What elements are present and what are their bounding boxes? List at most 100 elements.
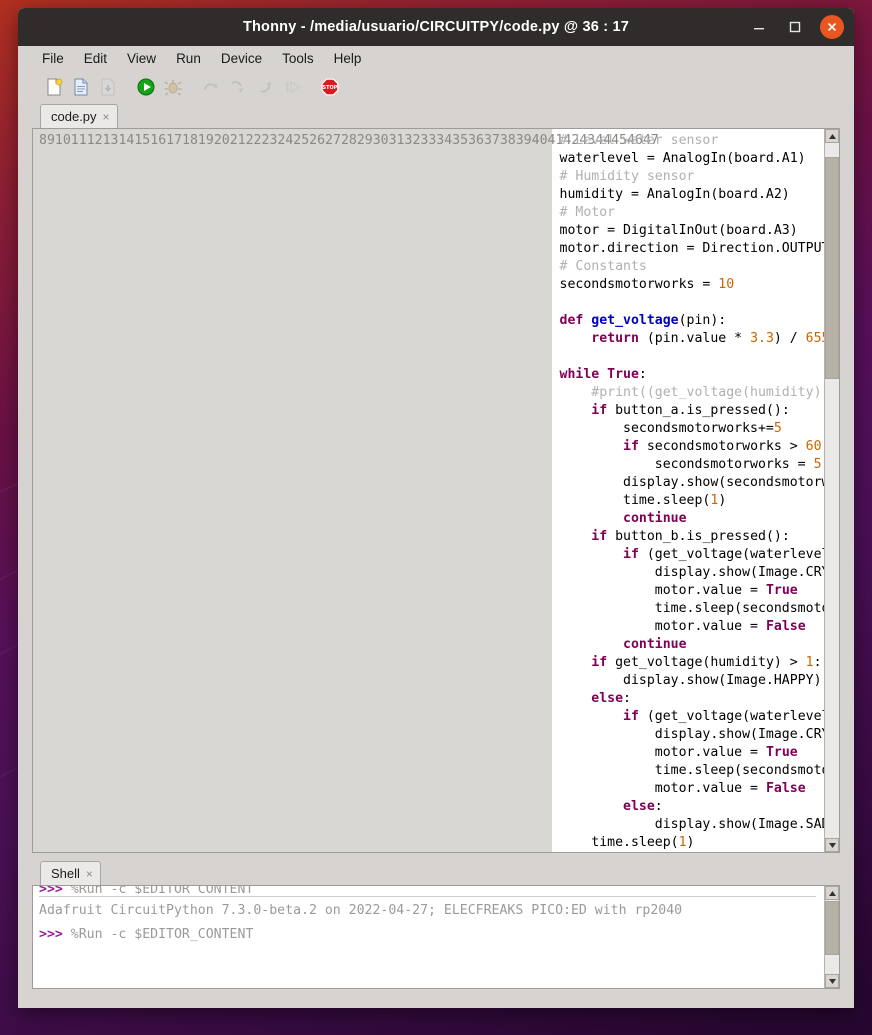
debug-icon[interactable] — [161, 75, 185, 99]
shell-panel: Shell × >>> %Run -c $EDITOR_CONTENT Adafr… — [32, 861, 840, 989]
line-number: 29 — [356, 133, 373, 148]
shell-line: >>> %Run -c $EDITOR_CONTENT — [39, 885, 824, 894]
code-text[interactable]: # Level water sensor waterlevel = AnalogI… — [552, 129, 825, 852]
step-out-icon[interactable] — [253, 75, 277, 99]
line-number: 37 — [483, 133, 500, 148]
main-area: code.py × 891011121314151617181920212223… — [18, 104, 854, 990]
tab-shell[interactable]: Shell × — [40, 861, 101, 885]
run-icon[interactable] — [134, 75, 158, 99]
title-bar: Thonny - /media/usuario/CIRCUITPY/code.p… — [18, 8, 854, 46]
code-line: display.show(secondsmotorworks) — [623, 475, 824, 490]
code-line: while True: — [559, 367, 647, 382]
step-into-icon[interactable] — [226, 75, 250, 99]
line-number: 13 — [102, 133, 119, 148]
code-line: motor.value = True — [559, 745, 798, 760]
code-line: motor.value = False — [559, 781, 806, 796]
code-line: display.show(Image.HAPPY) — [559, 673, 822, 688]
line-number: 18 — [182, 133, 198, 148]
menu-item-device[interactable]: Device — [219, 50, 264, 67]
line-number: 22 — [245, 133, 262, 148]
code-line: secondsmotorworks+=5 — [559, 421, 782, 436]
shell-line: >>> %Run -c $EDITOR_CONTENT — [39, 923, 824, 947]
maximize-icon[interactable] — [784, 16, 806, 38]
code-line: continue — [623, 637, 687, 652]
code-scroll-area[interactable]: 8910111213141516171819202122232425262728… — [33, 129, 824, 852]
shell-prompt: >>> — [39, 927, 63, 942]
scroll-up-arrow-icon[interactable] — [825, 886, 839, 900]
code-line: if button_b.is_pressed(): — [591, 529, 790, 544]
line-number: 25 — [293, 133, 310, 148]
shell-line: Adafruit CircuitPython 7.3.0-beta.2 on 2… — [39, 899, 824, 923]
editor-scroll-track[interactable] — [825, 143, 839, 838]
code-line: if (get_voltage(waterlevel)) > 1: — [623, 709, 824, 724]
line-number: 40 — [531, 133, 548, 148]
code-line: return (pin.value * 3.3) / 65536 — [591, 331, 824, 346]
line-number: 23 — [261, 133, 278, 148]
code-line: # Motor — [559, 205, 616, 220]
menu-item-run[interactable]: Run — [174, 50, 203, 67]
shell-scroll-thumb[interactable] — [825, 901, 839, 955]
close-icon[interactable]: × — [103, 111, 110, 123]
menu-item-help[interactable]: Help — [332, 50, 364, 67]
window-title: Thonny - /media/usuario/CIRCUITPY/code.p… — [242, 19, 630, 35]
editor-notebook: code.py × 891011121314151617181920212223… — [32, 104, 840, 853]
step-over-icon[interactable] — [199, 75, 223, 99]
scroll-up-arrow-icon[interactable] — [825, 129, 839, 143]
code-line: motor = DigitalInOut(board.A3) — [559, 223, 798, 238]
shell-prompt: >>> — [39, 885, 63, 894]
close-icon[interactable] — [820, 15, 844, 39]
code-line: # Level water sensor — [559, 133, 719, 148]
code-editor[interactable]: 8910111213141516171819202122232425262728… — [32, 128, 840, 853]
line-number-gutter: 8910111213141516171819202122232425262728… — [33, 129, 659, 852]
menu-item-view[interactable]: View — [125, 50, 158, 67]
new-file-icon[interactable] — [42, 75, 66, 99]
menu-item-file[interactable]: File — [40, 50, 66, 67]
shell-scroll-track[interactable] — [825, 900, 839, 974]
resume-icon[interactable] — [280, 75, 304, 99]
scroll-down-arrow-icon[interactable] — [825, 838, 839, 852]
menu-item-edit[interactable]: Edit — [82, 50, 109, 67]
tab-code-py[interactable]: code.py × — [40, 104, 118, 128]
code-line: # Humidity sensor — [559, 169, 695, 184]
line-number: 8 — [39, 133, 47, 148]
code-line: else: — [591, 691, 631, 706]
save-file-icon[interactable] — [96, 75, 120, 99]
code-line: waterlevel = AnalogIn(board.A1) — [559, 151, 806, 166]
code-line: if (get_voltage(waterlevel)) > 1: — [623, 547, 824, 562]
tab-label: Shell — [51, 866, 80, 881]
line-number: 35 — [452, 133, 469, 148]
line-number: 33 — [420, 133, 437, 148]
line-number: 34 — [436, 133, 453, 148]
minimize-icon[interactable] — [748, 16, 770, 38]
shell-separator — [39, 896, 816, 897]
menu-bar: File Edit View Run Device Tools Help — [18, 46, 854, 70]
line-number: 39 — [515, 133, 532, 148]
open-file-icon[interactable] — [69, 75, 93, 99]
stop-icon[interactable]: STOP — [318, 75, 342, 99]
code-line: if button_a.is_pressed(): — [591, 403, 790, 418]
editor-scroll-thumb[interactable] — [825, 156, 839, 380]
line-number: 17 — [166, 133, 183, 148]
line-number: 20 — [213, 133, 230, 148]
line-number: 19 — [197, 133, 214, 148]
code-line: motor.value = True — [559, 583, 798, 598]
editor-vertical-scrollbar[interactable] — [824, 129, 839, 852]
shell-tabstrip: Shell × — [32, 861, 840, 885]
shell-console[interactable]: >>> %Run -c $EDITOR_CONTENT Adafruit Circ… — [32, 885, 840, 989]
code-line: else: — [623, 799, 663, 814]
code-line: secondsmotorworks = 10 — [559, 277, 735, 292]
code-line: display.show(Image.SAD) — [559, 817, 824, 832]
code-line: display.show(Image.CRY) — [559, 565, 824, 580]
code-line: motor.direction = Direction.OUTPUT — [559, 241, 825, 256]
line-number: 26 — [309, 133, 326, 148]
code-line: def get_voltage(pin): — [559, 313, 727, 328]
line-number: 9 — [46, 133, 55, 148]
close-icon[interactable]: × — [86, 868, 93, 880]
scroll-down-arrow-icon[interactable] — [825, 974, 839, 988]
shell-vertical-scrollbar[interactable] — [824, 886, 839, 988]
line-number: 38 — [499, 133, 516, 148]
shell-output[interactable]: >>> %Run -c $EDITOR_CONTENT Adafruit Circ… — [33, 885, 824, 988]
line-number: 16 — [150, 133, 167, 148]
menu-item-tools[interactable]: Tools — [280, 50, 316, 67]
